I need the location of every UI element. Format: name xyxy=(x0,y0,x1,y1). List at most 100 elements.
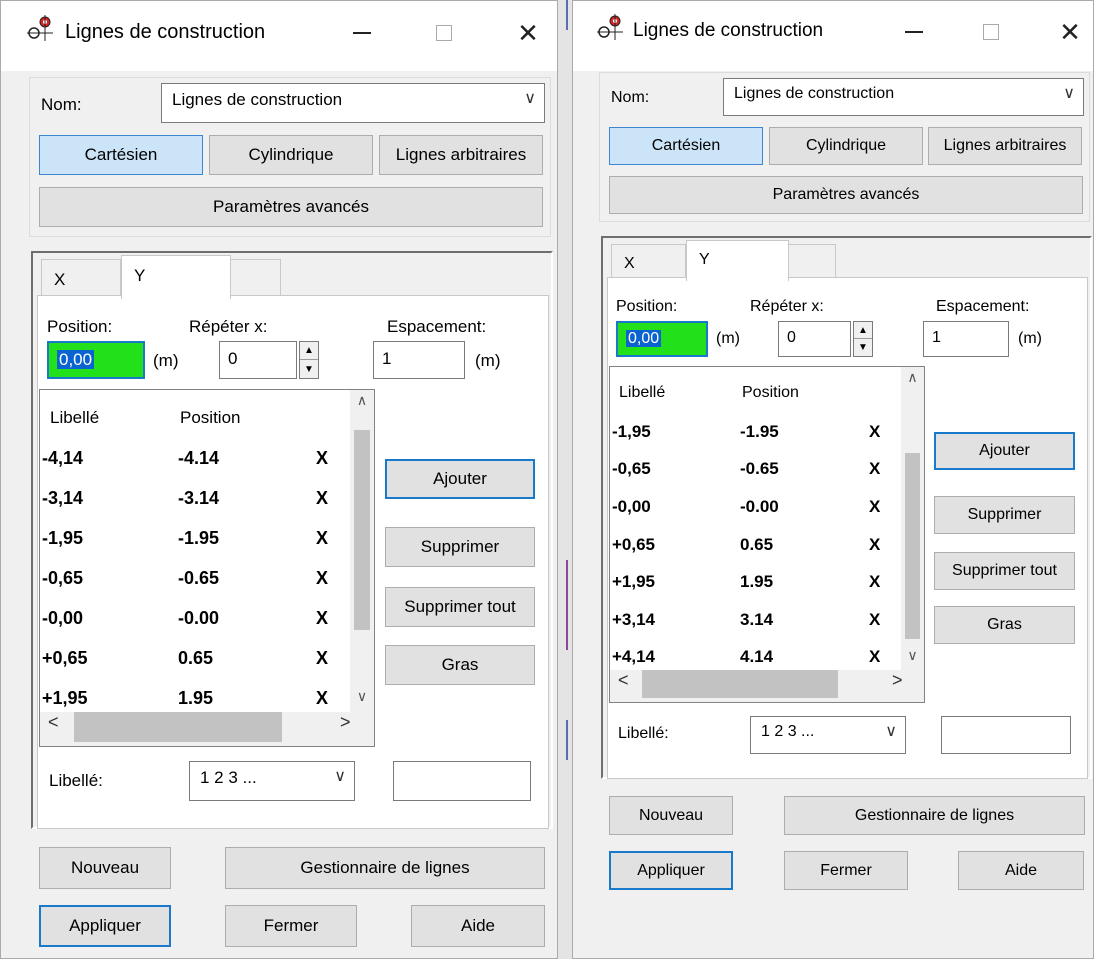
spin-up-icon[interactable]: ▲ xyxy=(300,342,318,360)
scroll-left-icon[interactable]: < xyxy=(48,712,59,733)
scroll-up-icon[interactable]: ∧ xyxy=(350,392,374,409)
column-header-position[interactable]: Position xyxy=(180,408,240,428)
add-button[interactable]: Ajouter xyxy=(385,459,535,499)
scroll-up-icon[interactable]: ∧ xyxy=(901,369,924,386)
bold-button[interactable]: Gras xyxy=(385,645,535,685)
mode-arbitrary-lines-button[interactable]: Lignes arbitraires xyxy=(928,127,1082,165)
repeat-spinner[interactable]: ▲ ▼ xyxy=(299,341,319,379)
minimize-button[interactable] xyxy=(891,10,937,54)
column-header-label[interactable]: Libellé xyxy=(619,384,665,402)
list-row[interactable]: -3,14 -3.14 X xyxy=(40,482,360,521)
delete-all-button[interactable]: Supprimer tout xyxy=(934,552,1075,590)
lines-list[interactable]: Libellé Position -4,14 -4.14 X -3,14 -3.14 X -… xyxy=(39,389,375,747)
libelle-text-input[interactable] xyxy=(941,716,1071,754)
spin-down-icon[interactable]: ▼ xyxy=(300,360,318,378)
nom-dropdown[interactable]: Lignes de construction ∨ xyxy=(723,78,1084,116)
horizontal-scroll-thumb[interactable] xyxy=(74,712,282,742)
list-row[interactable]: +0,65 0.65 X xyxy=(40,642,360,681)
delete-button[interactable]: Supprimer xyxy=(934,496,1075,534)
repeat-label: Répéter x: xyxy=(750,298,824,315)
advanced-settings-button[interactable]: Paramètres avancés xyxy=(39,187,543,227)
tab-y[interactable]: Y xyxy=(121,255,231,299)
list-row[interactable]: +3,14 3.14 X xyxy=(610,604,924,643)
libelle-text-input[interactable] xyxy=(393,761,531,801)
bold-button[interactable]: Gras xyxy=(934,606,1075,644)
list-row[interactable]: +0,65 0.65 X xyxy=(610,529,924,568)
nom-dropdown[interactable]: Lignes de construction ∨ xyxy=(161,83,545,123)
horizontal-scrollbar[interactable]: < > xyxy=(40,712,374,746)
tab-x[interactable]: X xyxy=(41,259,121,297)
repeat-input[interactable]: 0 xyxy=(778,321,851,357)
list-row[interactable]: -1,95 -1.95 X xyxy=(610,416,924,455)
spacing-input[interactable]: 1 xyxy=(923,321,1009,357)
column-header-position[interactable]: Position xyxy=(742,384,799,402)
minimize-button[interactable] xyxy=(339,11,385,55)
help-button[interactable]: Aide xyxy=(958,851,1084,890)
line-manager-button[interactable]: Gestionnaire de lignes xyxy=(225,847,545,889)
vertical-scroll-thumb[interactable] xyxy=(905,453,920,639)
position-input[interactable]: 0,00 xyxy=(616,321,708,357)
close-dialog-button[interactable]: Fermer xyxy=(784,851,908,890)
maximize-button[interactable] xyxy=(968,10,1014,54)
maximize-button[interactable] xyxy=(421,11,467,55)
apply-button[interactable]: Appliquer xyxy=(609,851,733,890)
libelle-dropdown[interactable]: 1 2 3 ... ∨ xyxy=(750,716,906,754)
mode-cylindrical-button[interactable]: Cylindrique xyxy=(209,135,373,175)
vertical-scrollbar[interactable]: ∧ ∨ xyxy=(901,367,924,670)
close-button[interactable]: ✕ xyxy=(1047,10,1093,54)
scroll-right-icon[interactable]: > xyxy=(340,712,351,733)
mode-cartesian-button[interactable]: Cartésien xyxy=(609,127,763,165)
spacing-unit: (m) xyxy=(1018,330,1042,347)
position-input[interactable]: 0,00 xyxy=(47,341,145,379)
row-position: 1.95 xyxy=(178,688,214,708)
list-row[interactable]: -0,00 -0.00 X xyxy=(610,491,924,530)
delete-button[interactable]: Supprimer xyxy=(385,527,535,567)
libelle-dropdown[interactable]: 1 2 3 ... ∨ xyxy=(189,761,355,801)
spacing-input[interactable]: 1 xyxy=(373,341,465,379)
new-button[interactable]: Nouveau xyxy=(39,847,171,889)
mode-cartesian-button[interactable]: Cartésien xyxy=(39,135,203,175)
column-header-label[interactable]: Libellé xyxy=(50,408,99,428)
row-label: -4,14 xyxy=(42,448,84,468)
mode-cylindrical-button[interactable]: Cylindrique xyxy=(769,127,923,165)
row-label: -0,00 xyxy=(42,608,84,628)
spin-down-icon[interactable]: ▼ xyxy=(854,339,872,356)
list-row[interactable]: +1,95 1.95 X xyxy=(610,566,924,605)
list-row[interactable]: -1,95 -1.95 X xyxy=(40,522,360,561)
line-manager-button[interactable]: Gestionnaire de lignes xyxy=(784,796,1085,835)
close-dialog-button[interactable]: Fermer xyxy=(225,905,357,947)
list-row[interactable]: -0,00 -0.00 X xyxy=(40,602,360,641)
spacing-label: Espacement: xyxy=(936,298,1030,315)
advanced-settings-button[interactable]: Paramètres avancés xyxy=(609,176,1083,214)
vertical-scroll-thumb[interactable] xyxy=(354,430,370,630)
scroll-right-icon[interactable]: > xyxy=(892,670,903,691)
horizontal-scrollbar[interactable]: < > xyxy=(610,670,924,702)
window-title: Lignes de construction xyxy=(633,20,824,41)
maximize-icon xyxy=(436,25,452,41)
close-button[interactable]: ✕ xyxy=(505,11,551,55)
mode-arbitrary-lines-button[interactable]: Lignes arbitraires xyxy=(379,135,543,175)
row-position: -0.65 xyxy=(740,459,779,478)
repeat-spinner[interactable]: ▲ ▼ xyxy=(853,321,873,357)
lines-list[interactable]: Libellé Position -1,95 -1.95 X -0,65 -0.65 X -… xyxy=(609,366,925,703)
tab-y[interactable]: Y xyxy=(686,240,789,281)
add-button[interactable]: Ajouter xyxy=(934,432,1075,470)
new-button[interactable]: Nouveau xyxy=(609,796,733,835)
help-button[interactable]: Aide xyxy=(411,905,545,947)
scroll-left-icon[interactable]: < xyxy=(618,670,629,691)
tab-x[interactable]: X xyxy=(611,244,686,280)
repeat-input[interactable]: 0 xyxy=(219,341,297,379)
scroll-down-icon[interactable]: ∨ xyxy=(350,688,374,705)
horizontal-scroll-thumb[interactable] xyxy=(642,670,838,698)
list-row[interactable]: -0,65 -0.65 X xyxy=(610,453,924,492)
construction-lines-dialog: Lignes de construction ✕ Nom: Lignes de … xyxy=(0,0,558,959)
spin-up-icon[interactable]: ▲ xyxy=(854,322,872,339)
vertical-scrollbar[interactable]: ∧ ∨ xyxy=(350,390,374,712)
row-position: 1.95 xyxy=(740,572,774,591)
delete-all-button[interactable]: Supprimer tout xyxy=(385,587,535,627)
list-row[interactable]: -0,65 -0.65 X xyxy=(40,562,360,601)
axis-tab-panel: X Z Y Position: Répéter x: Espacement: 0… xyxy=(31,251,553,829)
apply-button[interactable]: Appliquer xyxy=(39,905,171,947)
list-row[interactable]: -4,14 -4.14 X xyxy=(40,442,360,481)
scroll-down-icon[interactable]: ∨ xyxy=(901,647,924,664)
